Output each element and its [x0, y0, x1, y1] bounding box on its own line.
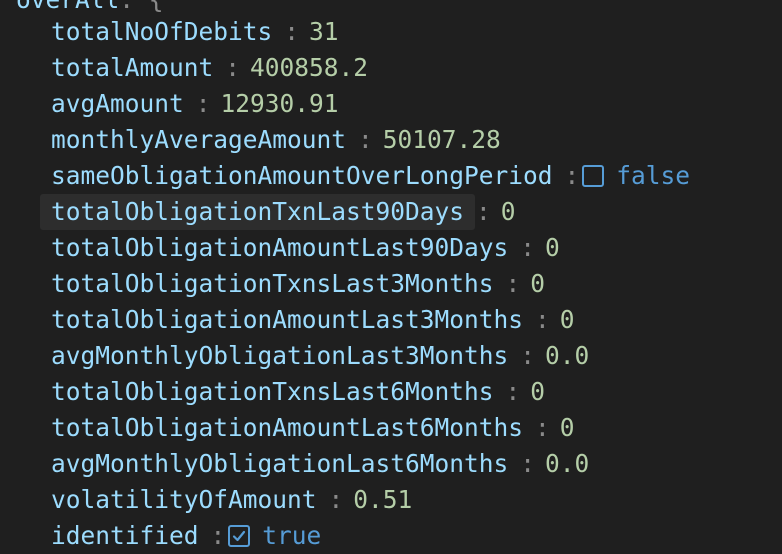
key-value-separator: : [520, 341, 536, 370]
property-row: totalObligationAmountLast6Months:0 [40, 410, 690, 446]
property-row: totalObligationAmountLast3Months:0 [40, 302, 690, 338]
numeric-value: 0 [530, 377, 546, 406]
property-row: avgAmount:12930.91 [40, 86, 690, 122]
checkbox-checked-icon[interactable] [228, 525, 251, 547]
key-value-separator: : [195, 89, 211, 118]
property-row: identified: true [40, 518, 690, 554]
property-row: totalObligationTxnsLast6Months:0 [40, 374, 690, 410]
property-key[interactable]: totalObligationTxnLast90Days [40, 194, 476, 230]
property-key[interactable]: totalNoOfDebits [40, 14, 283, 50]
property-key[interactable]: totalObligationAmountLast90Days [40, 230, 519, 266]
key-value-separator: : [564, 161, 580, 190]
property-key[interactable]: totalObligationAmountLast6Months [40, 410, 534, 446]
property-key[interactable]: avgMonthlyObligationLast3Months [40, 338, 519, 374]
key-value-separator: : [284, 17, 300, 46]
numeric-value: 0.0 [545, 449, 590, 478]
property-key[interactable]: sameObligationAmountOverLongPeriod [40, 158, 564, 194]
json-viewer-panel: overAll: { totalNoOfDebits:31totalAmount… [0, 0, 782, 554]
property-list: totalNoOfDebits:31 totalAmount:400858.2 av… [40, 14, 690, 554]
key-value-separator: : [535, 305, 550, 334]
numeric-value: 50107.28 [382, 125, 501, 154]
property-row: totalObligationTxnsLast3Months:0 [40, 266, 690, 302]
numeric-value: 0.0 [545, 341, 590, 370]
property-row: totalAmount:400858.2 [40, 50, 690, 86]
property-key[interactable]: totalAmount [40, 50, 224, 86]
property-row: monthlyAverageAmount:50107.28 [40, 122, 690, 158]
key-value-separator: : [520, 233, 536, 262]
key-value-separator: : [535, 413, 550, 442]
key-value-separator: : [476, 197, 491, 226]
key-value-separator: : [505, 269, 521, 298]
property-key[interactable]: volatilityOfAmount [40, 482, 328, 518]
numeric-value: 0 [530, 269, 546, 298]
numeric-value: 0.51 [353, 485, 413, 514]
checkbox-unchecked-icon[interactable] [582, 165, 605, 187]
property-key[interactable]: totalObligationAmountLast3Months [40, 302, 534, 338]
property-row: totalObligationTxnLast90Days:0 [40, 194, 690, 230]
numeric-value: 0 [500, 197, 516, 226]
property-row: volatilityOfAmount:0.51 [40, 482, 690, 518]
parent-key-label: overAll [16, 0, 119, 14]
key-value-separator: : [505, 377, 521, 406]
key-value-separator: : [328, 485, 344, 514]
property-row: totalObligationAmountLast90Days:0 [40, 230, 690, 266]
key-value-separator: : [225, 53, 241, 82]
parent-key-punctuation: : { [119, 0, 163, 14]
property-row: totalNoOfDebits:31 [40, 14, 690, 50]
numeric-value: 400858.2 [250, 53, 369, 82]
property-row: avgMonthlyObligationLast6Months:0.0 [40, 446, 690, 482]
numeric-value: 0 [559, 305, 575, 334]
property-key[interactable]: monthlyAverageAmount [40, 122, 357, 158]
property-key[interactable]: totalObligationTxnsLast3Months [40, 266, 505, 302]
property-key[interactable]: identified [40, 518, 210, 554]
boolean-value: false [616, 161, 691, 190]
property-key[interactable]: avgAmount [40, 86, 195, 122]
key-value-separator: : [210, 521, 226, 550]
boolean-value: true [262, 521, 322, 550]
numeric-value: 31 [309, 17, 339, 46]
property-row: sameObligationAmountOverLongPeriod: false [40, 158, 690, 194]
numeric-value: 0 [545, 233, 560, 262]
key-value-separator: : [358, 125, 373, 154]
property-key[interactable]: totalObligationTxnsLast6Months [40, 374, 505, 410]
key-value-separator: : [520, 449, 536, 478]
numeric-value: 0 [559, 413, 575, 442]
property-row: avgMonthlyObligationLast3Months:0.0 [40, 338, 690, 374]
property-key[interactable]: avgMonthlyObligationLast6Months [40, 446, 519, 482]
numeric-value: 12930.91 [220, 89, 339, 118]
